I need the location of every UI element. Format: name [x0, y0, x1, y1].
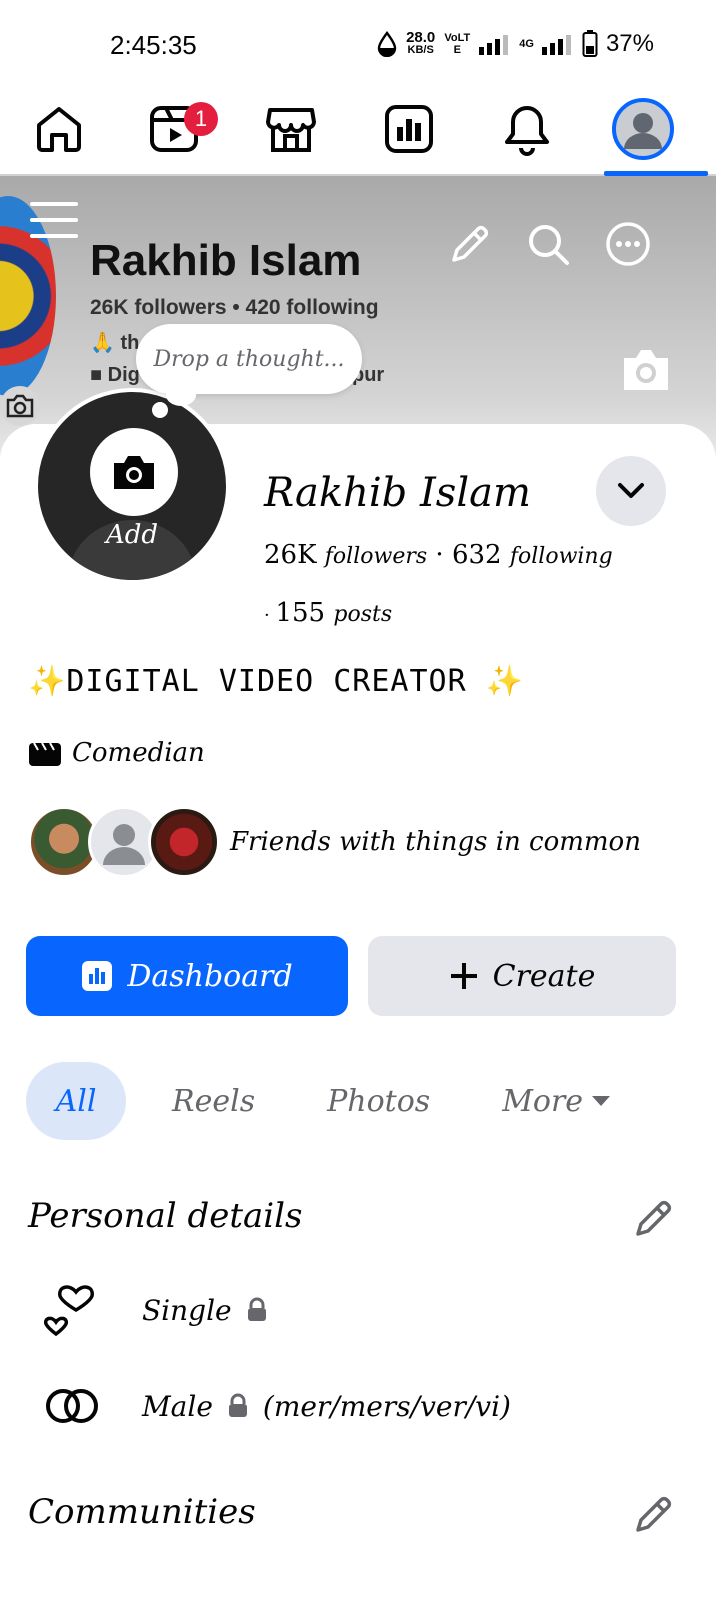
gender-value: Male — [142, 1389, 213, 1423]
stats-separator: · — [435, 540, 452, 570]
status-bar: 2:45:35 28.0 KB/S VoLTE 4G 37% — [0, 0, 716, 84]
tab-more-label: More — [502, 1083, 584, 1119]
avatar-add-label: Add — [105, 520, 159, 550]
menu-icon[interactable] — [30, 200, 78, 240]
lock-icon — [246, 1297, 268, 1323]
signal-icon-2 — [541, 35, 571, 55]
relationship-status: Single — [142, 1293, 232, 1327]
posts-label: posts — [333, 602, 393, 627]
profile-category: Comedian — [28, 738, 205, 768]
profile-avatar[interactable]: Add — [34, 388, 230, 584]
more-options-button[interactable] — [604, 220, 652, 268]
data-saver-icon — [377, 31, 397, 57]
top-nav-bar: 1 — [0, 84, 716, 176]
communities-title: Communities — [28, 1492, 256, 1532]
nav-dashboard[interactable] — [374, 94, 444, 164]
plus-icon — [450, 963, 477, 989]
caret-down-icon — [592, 1096, 611, 1106]
chevron-down-icon — [618, 483, 644, 498]
dashboard-icon — [385, 105, 433, 153]
signal-icon — [479, 35, 509, 55]
pencil-icon — [452, 225, 489, 262]
gender-row[interactable]: Male (mer/mers/ver/vi) — [44, 1378, 511, 1434]
friend-avatar — [148, 806, 220, 878]
video-badge: 1 — [184, 102, 218, 136]
camera-small-icon — [6, 394, 34, 418]
dashboard-icon — [82, 961, 113, 991]
profile-stats: 26K followers · 632 following — [264, 540, 613, 570]
create-button-label: Create — [492, 958, 596, 994]
edit-communities-button[interactable] — [630, 1490, 678, 1538]
nav-home[interactable] — [24, 94, 94, 164]
camera-icon — [624, 350, 668, 390]
content-tabs: All Reels Photos More — [26, 1062, 613, 1140]
network-type: 4G — [519, 38, 534, 50]
dashboard-button[interactable]: Dashboard — [26, 936, 348, 1016]
thought-bubble-tail — [166, 384, 196, 406]
status-indicators: 28.0 KB/S VoLTE 4G 37% — [376, 30, 654, 58]
edit-personal-details-button[interactable] — [630, 1194, 678, 1242]
battery-icon — [582, 30, 598, 57]
clapperboard-icon — [29, 742, 61, 766]
tab-reels[interactable]: Reels — [172, 1062, 255, 1140]
volte-indicator: VoLTE — [444, 32, 471, 56]
profile-switch-button[interactable] — [596, 456, 666, 526]
nav-marketplace[interactable] — [256, 94, 326, 164]
pronouns-value: (mer/mers/ver/vi) — [262, 1389, 511, 1423]
net-speed-unit: KB/S — [407, 44, 434, 56]
thought-bubble[interactable]: Drop a thought... — [136, 324, 362, 394]
cover-stats: 26K followers • 420 following — [90, 296, 379, 319]
personal-details-title: Personal details — [28, 1196, 303, 1236]
pencil-icon — [636, 1496, 672, 1532]
hearts-icon — [44, 1282, 100, 1338]
followers-count[interactable]: 26K — [264, 540, 317, 570]
mutual-friends[interactable]: Friends with things in common — [28, 806, 641, 878]
search-icon — [529, 225, 569, 265]
marketplace-icon — [266, 108, 316, 152]
edit-cover-button[interactable] — [446, 220, 494, 268]
following-count[interactable]: 632 — [452, 540, 502, 570]
battery-percent: 37% — [605, 30, 654, 57]
posts-count: 155 — [275, 598, 326, 628]
category-label: Comedian — [72, 738, 205, 768]
nav-profile[interactable] — [608, 94, 678, 164]
tab-all[interactable]: All — [26, 1062, 126, 1140]
net-speed: 28.0 KB/S — [406, 29, 436, 56]
tab-photos[interactable]: Photos — [327, 1062, 430, 1140]
lock-icon — [227, 1393, 249, 1419]
nav-video[interactable]: 1 — [140, 94, 218, 164]
avatar-camera — [90, 428, 178, 516]
dashboard-button-label: Dashboard — [127, 958, 293, 994]
cover-line-3: ■ Dig — [90, 364, 140, 386]
bell-icon — [505, 106, 549, 156]
profile-icon — [612, 98, 674, 160]
following-label: following — [509, 544, 613, 569]
followers-label: followers — [324, 544, 428, 569]
gender-rings-icon — [44, 1378, 100, 1434]
net-speed-value: 28.0 — [406, 29, 436, 46]
relationship-row[interactable]: Single — [44, 1282, 282, 1338]
change-cover-button[interactable] — [620, 346, 672, 394]
status-time: 2:45:35 — [110, 30, 197, 60]
avatar-thought-dot — [152, 402, 168, 418]
cover-profile-name: Rakhib Islam — [90, 236, 362, 285]
search-button[interactable] — [524, 220, 572, 268]
pencil-icon — [636, 1200, 672, 1236]
friends-text: Friends with things in common — [230, 827, 641, 857]
cover-small-camera[interactable] — [0, 386, 40, 426]
profile-name: Rakhib Islam — [264, 470, 531, 516]
tab-more[interactable]: More — [502, 1062, 613, 1140]
nav-notifications[interactable] — [492, 94, 562, 164]
home-icon — [37, 107, 81, 152]
profile-posts-stats: · 155 posts — [264, 598, 392, 628]
profile-bio: ✨DIGITAL VIDEO CREATOR ✨ — [28, 664, 525, 699]
cover-line-2: 🙏 th — [90, 332, 140, 354]
create-button[interactable]: Create — [368, 936, 676, 1016]
camera-icon — [114, 456, 154, 489]
stats-separator: · — [264, 605, 276, 626]
more-options-icon — [606, 222, 650, 266]
